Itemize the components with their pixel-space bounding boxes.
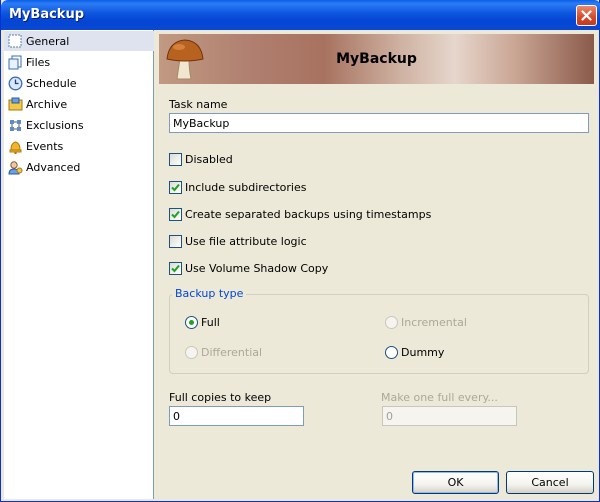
full-copies-input[interactable] — [169, 406, 304, 426]
timestamps-label: Create separated backups using timestamp… — [185, 207, 432, 221]
close-button[interactable] — [576, 5, 597, 26]
sidebar-item-label: Advanced — [26, 160, 81, 174]
checkmark-icon — [171, 264, 180, 272]
dummy-radio[interactable]: Dummy — [385, 344, 444, 360]
file-attribute-logic-label: Use file attribute logic — [185, 234, 307, 248]
checkbox-box[interactable] — [169, 152, 182, 166]
task-name-label: Task name — [169, 98, 228, 111]
archive-icon — [7, 96, 23, 112]
full-label: Full — [201, 315, 220, 329]
volume-shadow-copy-label: Use Volume Shadow Copy — [185, 261, 329, 275]
sidebar-item-schedule[interactable]: Schedule — [7, 73, 155, 93]
radio-dot — [189, 319, 194, 325]
radio-circle — [385, 315, 398, 329]
sidebar-item-label: General — [26, 34, 70, 48]
full-copies-label: Full copies to keep — [169, 391, 272, 404]
checkmark-icon — [171, 210, 180, 218]
bell-icon — [7, 138, 23, 154]
general-icon — [7, 33, 23, 49]
radio-circle — [185, 345, 198, 359]
checkbox-box[interactable] — [169, 234, 182, 248]
file-attribute-logic-checkbox[interactable]: Use file attribute logic — [169, 233, 307, 249]
checkmark-icon — [171, 183, 180, 191]
backup-type-group — [169, 294, 589, 374]
incremental-label: Incremental — [401, 315, 467, 329]
radio-circle[interactable] — [385, 345, 398, 359]
backup-type-title: Backup type — [172, 287, 247, 300]
task-name-input[interactable] — [169, 113, 589, 133]
checkbox-box[interactable] — [169, 261, 182, 275]
advanced-icon — [7, 159, 23, 175]
sidebar-item-exclusions[interactable]: Exclusions — [7, 115, 155, 135]
window-title: MyBackup — [9, 7, 85, 22]
sidebar-item-label: Schedule — [26, 76, 77, 90]
sidebar-item-label: Files — [26, 55, 51, 69]
sidebar-item-advanced[interactable]: Advanced — [7, 157, 155, 177]
sidebar-item-archive[interactable]: Archive — [7, 94, 155, 114]
dummy-label: Dummy — [401, 345, 445, 359]
sidebar-item-general[interactable]: General — [4, 31, 154, 51]
radio-circle[interactable] — [185, 315, 198, 329]
make-full-input — [382, 406, 517, 426]
checkbox-box[interactable] — [169, 180, 182, 194]
clock-icon — [7, 75, 23, 91]
sidebar-item-events[interactable]: Events — [7, 136, 155, 156]
main-window: MyBackup General Files Schedule Archive … — [0, 0, 600, 502]
incremental-radio: Incremental — [385, 314, 467, 330]
files-icon — [7, 54, 23, 70]
include-subdirectories-label: Include subdirectories — [185, 180, 307, 194]
sidebar-item-label: Exclusions — [26, 118, 84, 132]
checkbox-box[interactable] — [169, 207, 182, 221]
general-panel: MyBackup Task name Disabled Include subd… — [155, 30, 598, 499]
sidebar: General Files Schedule Archive Exclusion… — [4, 30, 154, 499]
ok-button[interactable]: OK — [412, 471, 499, 494]
timestamps-checkbox[interactable]: Create separated backups using timestamp… — [169, 206, 431, 222]
differential-radio: Differential — [185, 344, 262, 360]
sidebar-item-label: Archive — [26, 97, 68, 111]
disabled-label: Disabled — [185, 152, 233, 166]
differential-label: Differential — [201, 345, 263, 359]
sidebar-item-files[interactable]: Files — [7, 52, 155, 72]
full-radio[interactable]: Full — [185, 314, 220, 330]
header-banner: MyBackup — [159, 34, 594, 84]
cancel-button[interactable]: Cancel — [506, 471, 594, 494]
sidebar-item-label: Events — [26, 139, 64, 153]
title-bar[interactable]: MyBackup — [1, 0, 600, 30]
exclusions-icon — [7, 117, 23, 133]
banner-title: MyBackup — [336, 51, 417, 67]
volume-shadow-copy-checkbox[interactable]: Use Volume Shadow Copy — [169, 260, 328, 276]
disabled-checkbox[interactable]: Disabled — [169, 151, 233, 167]
make-full-label: Make one full every... — [381, 391, 498, 404]
close-icon — [581, 10, 592, 21]
include-subdirectories-checkbox[interactable]: Include subdirectories — [169, 179, 306, 195]
